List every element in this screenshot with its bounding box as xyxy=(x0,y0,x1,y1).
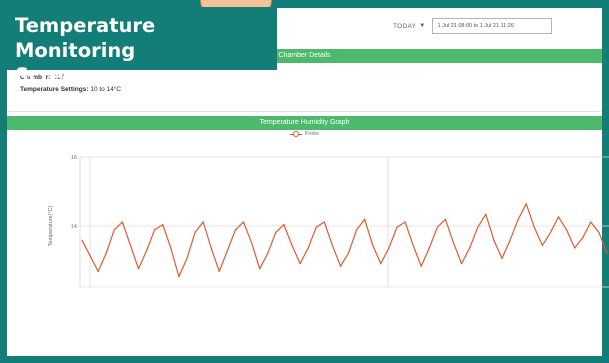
data-point xyxy=(275,231,277,233)
data-point xyxy=(541,244,544,246)
data-point xyxy=(299,263,301,265)
data-point xyxy=(331,244,333,246)
data-point xyxy=(251,242,253,244)
data-point xyxy=(444,218,447,220)
data-point xyxy=(162,224,164,226)
data-point xyxy=(428,247,430,249)
data-point xyxy=(89,255,91,257)
data-point xyxy=(210,247,212,249)
data-point xyxy=(525,203,527,205)
data-point xyxy=(380,263,382,265)
data-point xyxy=(113,229,115,231)
data-point xyxy=(347,252,350,254)
data-point xyxy=(307,247,309,249)
data-point xyxy=(566,229,568,231)
data-point xyxy=(129,244,132,246)
data-point xyxy=(267,252,269,254)
page-title-line-1: Temperature Monitoring xyxy=(15,14,156,62)
data-point xyxy=(517,218,519,220)
data-point xyxy=(461,263,463,265)
page-title: Temperature Monitoring Screen xyxy=(7,7,277,87)
data-point xyxy=(218,270,220,272)
data-point xyxy=(493,239,495,241)
data-point xyxy=(170,247,172,249)
data-point xyxy=(291,244,293,246)
data-point xyxy=(469,247,471,249)
data-point xyxy=(364,218,366,220)
y-tick-label: 14 xyxy=(71,224,77,230)
data-point xyxy=(501,257,503,259)
data-point xyxy=(420,265,422,267)
data-point xyxy=(509,239,511,241)
data-point xyxy=(388,247,390,249)
data-point xyxy=(97,270,99,272)
data-point xyxy=(590,221,592,223)
data-point xyxy=(81,239,83,241)
data-point xyxy=(178,276,180,278)
data-point xyxy=(372,244,374,246)
data-point xyxy=(154,229,156,231)
data-point xyxy=(404,221,406,223)
data-point xyxy=(452,242,455,244)
data-point xyxy=(146,250,148,252)
data-point xyxy=(574,247,576,249)
data-point xyxy=(242,221,245,223)
series-line-probe xyxy=(81,203,608,278)
data-point xyxy=(606,252,608,254)
data-point xyxy=(356,229,358,231)
data-point xyxy=(186,257,188,259)
data-point xyxy=(105,252,107,254)
data-point xyxy=(412,244,414,246)
data-point xyxy=(557,216,560,218)
data-point xyxy=(226,250,228,252)
data-point xyxy=(234,229,237,231)
page-title-line-2: Screen xyxy=(15,64,91,87)
data-point xyxy=(137,268,140,270)
data-point xyxy=(549,231,552,233)
data-point xyxy=(396,226,398,228)
data-point xyxy=(202,221,204,223)
data-point xyxy=(477,226,479,228)
data-point xyxy=(194,231,196,233)
data-point xyxy=(485,213,487,215)
data-point xyxy=(315,226,317,228)
data-point xyxy=(582,237,584,239)
data-point xyxy=(436,226,438,228)
data-point xyxy=(533,226,535,228)
data-point xyxy=(283,224,285,226)
y-tick-label: 16 xyxy=(71,155,77,161)
data-point xyxy=(598,231,600,233)
data-point xyxy=(323,221,325,223)
data-point xyxy=(121,221,123,223)
data-point xyxy=(259,268,261,270)
data-point xyxy=(339,265,342,267)
